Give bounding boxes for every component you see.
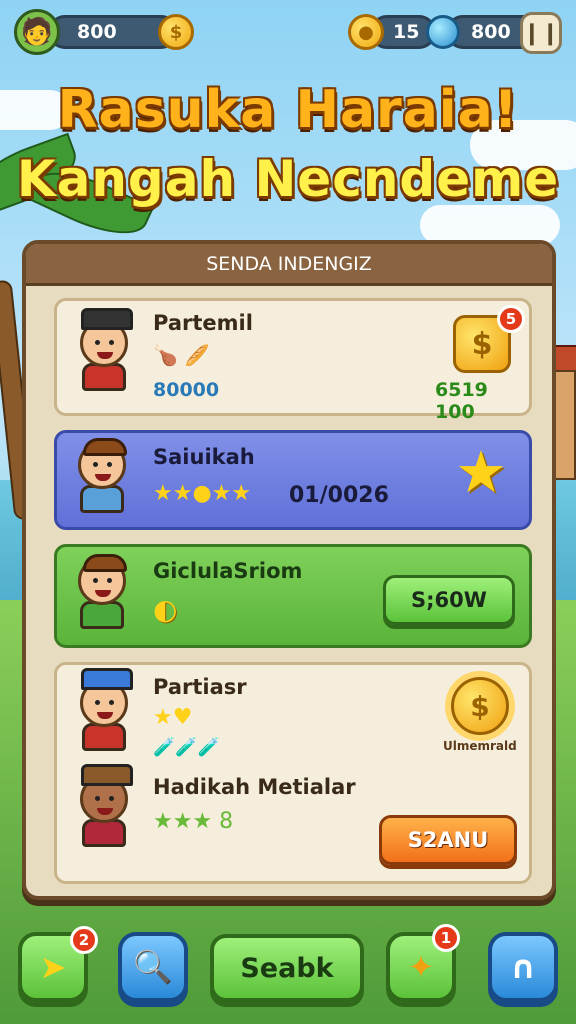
score-value: 01/0026 xyxy=(289,483,389,508)
reward-value: 6519 100 xyxy=(435,379,488,423)
character-body xyxy=(82,363,126,391)
star-icons: ★★●★★ xyxy=(153,481,252,506)
star-rating: ★♥ xyxy=(153,705,192,730)
coin-icon[interactable]: $ xyxy=(158,14,194,50)
character-name: Partiasr xyxy=(153,675,247,699)
character-head xyxy=(78,438,127,489)
list-item[interactable]: GiclulaSriom ◐ S;60W xyxy=(54,544,532,648)
badge-count: 5 xyxy=(505,310,517,328)
game-subtitle: Kangah Necndeme xyxy=(16,150,560,208)
star-rating: ★★★ 8 xyxy=(153,809,233,834)
hair-icon xyxy=(83,438,127,456)
character-portrait xyxy=(73,308,135,399)
coin-item-icon: ◐ xyxy=(153,593,178,626)
start-button-label: S2ANU xyxy=(407,828,489,852)
character-body xyxy=(80,601,124,629)
star-reward-icon[interactable]: ★ xyxy=(455,443,507,501)
player-hud: 🧑 800 $ xyxy=(14,9,194,55)
cloud xyxy=(420,205,560,245)
reward-label: Ulmemrald xyxy=(443,739,517,753)
character-head xyxy=(80,764,133,823)
settings-button[interactable]: ∩ xyxy=(488,932,558,1002)
character-name: Partemil xyxy=(153,311,253,335)
coin-symbol: $ xyxy=(169,21,183,43)
game-title: Rasuka Haraia! xyxy=(57,80,519,140)
potion-icons: 🧪🧪🧪 xyxy=(153,737,221,758)
gold-coin-icon: ● xyxy=(348,14,384,50)
show-button-label: S;60W xyxy=(411,588,487,612)
character-name: GiclulaSriom xyxy=(153,559,303,583)
gem-icon xyxy=(426,15,460,49)
show-button[interactable]: S;60W xyxy=(383,575,515,625)
quest-panel: SENDA INDENGIZ Partemil 🍗 🥖 80000 $ 5 65… xyxy=(22,240,556,900)
character-body xyxy=(82,819,126,847)
character-head xyxy=(80,668,133,727)
star-icons: ★★★ 8 xyxy=(153,809,234,834)
character-body xyxy=(80,485,124,513)
panel-header: SENDA INDENGIZ xyxy=(26,244,552,286)
search-icon: 🔍 xyxy=(133,948,173,986)
character-head xyxy=(80,308,133,367)
coin-symbol: $ xyxy=(470,689,490,723)
player-avatar[interactable]: 🧑 xyxy=(14,9,60,55)
sun-coin-icon[interactable]: $ xyxy=(451,677,509,735)
score-value: 80000 xyxy=(153,379,220,401)
character-head xyxy=(78,554,127,605)
badge-count: 1 xyxy=(440,929,452,947)
panel-title: SENDA INDENGIZ xyxy=(206,252,372,275)
character-portrait xyxy=(71,554,133,637)
list-item[interactable]: Saiuikah ★★●★★ 01/0026 ★ xyxy=(54,430,532,530)
compass-icon: ✦ xyxy=(407,948,435,986)
search-button[interactable]: 🔍 xyxy=(118,932,188,1002)
item-icons: 🍗 🥖 xyxy=(153,343,210,367)
badge-count: 2 xyxy=(78,931,90,949)
character-portrait xyxy=(73,668,135,759)
character-portrait xyxy=(71,438,133,521)
hair-icon xyxy=(83,554,127,572)
character-name: Saiuikah xyxy=(153,445,255,469)
character-portrait xyxy=(73,764,135,855)
headphones-icon: ∩ xyxy=(510,948,536,986)
gem-counter-value: 15 xyxy=(393,21,420,43)
gold-counter-value: 800 xyxy=(471,21,511,43)
avatar-face-icon: 🧑 xyxy=(20,17,54,47)
resource-hud: ● 15 800 xyxy=(348,10,542,54)
character-body xyxy=(82,723,126,751)
coin-counter-value: 800 xyxy=(77,21,117,43)
hat-icon xyxy=(81,308,133,330)
hat-icon xyxy=(81,764,133,786)
main-action-button[interactable]: Seabk xyxy=(210,934,364,1002)
notification-badge: 2 xyxy=(70,926,98,954)
start-button[interactable]: S2ANU xyxy=(379,815,517,865)
list-item[interactable]: Partemil 🍗 🥖 80000 $ 5 6519 100 xyxy=(54,298,532,423)
main-action-label: Seabk xyxy=(240,952,334,984)
list-item[interactable]: Partiasr ★♥ 🧪🧪🧪 $ Ulmemrald Hadikah Meti… xyxy=(54,662,532,884)
hat-icon xyxy=(81,668,133,690)
notification-badge: 5 xyxy=(497,305,525,333)
coin-symbol: ● xyxy=(358,21,374,43)
pause-icon: ❙❙ xyxy=(522,20,560,46)
coin-symbol: $ xyxy=(471,326,493,362)
pause-button[interactable]: ❙❙ xyxy=(520,12,562,54)
star-rating: ★★●★★ xyxy=(153,481,251,506)
star-icons: ★♥ xyxy=(153,705,193,730)
character-name: Hadikah Metialar xyxy=(153,775,356,799)
arrow-icon: ➤ xyxy=(39,948,67,986)
notification-badge: 1 xyxy=(432,924,460,952)
